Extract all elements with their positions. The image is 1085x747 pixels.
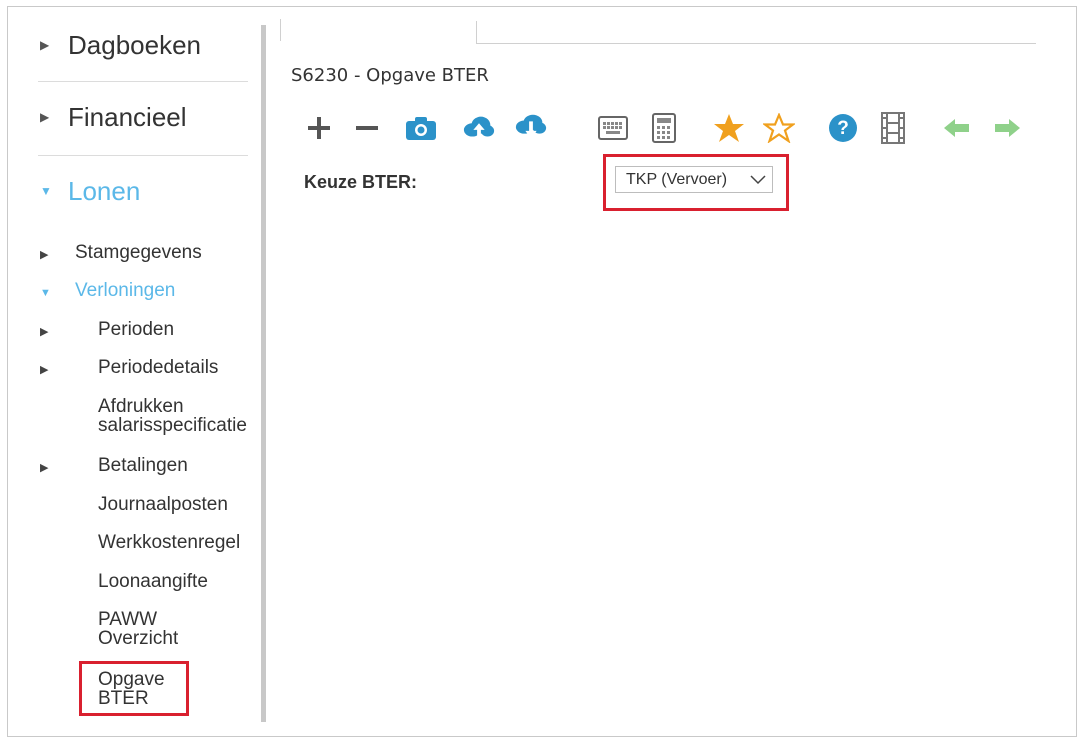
caret-right-icon: ▶ xyxy=(40,249,49,261)
sidebar-splitter[interactable] xyxy=(261,25,266,722)
sidebar-subitem-verloningen[interactable]: ▼ Verloningen xyxy=(38,281,260,303)
star-outline-icon[interactable] xyxy=(762,109,796,147)
caret-right-icon: ▶ xyxy=(40,364,49,376)
sidebar-subitem-periodedetails[interactable]: ▶ Periodedetails xyxy=(38,358,260,380)
sidebar-item-label: Loonaangifte xyxy=(98,572,208,592)
sidebar-subitem-loonaangifte[interactable]: Loonaangifte xyxy=(38,572,260,594)
caret-right-icon: ▶ xyxy=(40,110,50,124)
svg-text:?: ? xyxy=(837,118,849,139)
sidebar-item-label: Perioden xyxy=(98,320,175,340)
caret-down-icon: ▼ xyxy=(40,184,52,198)
sidebar-subitem-perioden[interactable]: ▶ Perioden xyxy=(38,320,260,342)
sidebar-item-label: Betalingen xyxy=(98,456,188,476)
cloud-upload-icon[interactable] xyxy=(462,109,496,147)
sidebar-subitem-stamgegevens[interactable]: ▶ Stamgegevens xyxy=(38,243,260,265)
page-title: S6230 - Opgave BTER xyxy=(291,65,489,86)
select-value: TKP (Vervoer) xyxy=(626,170,728,188)
sidebar-subitem-betalingen[interactable]: ▶ Betalingen xyxy=(38,456,260,478)
sidebar-item-financieel[interactable]: ▶ Financieel xyxy=(38,91,248,143)
star-filled-icon[interactable] xyxy=(712,109,746,147)
divider xyxy=(38,155,248,156)
sidebar-item-label: Periodedetails xyxy=(98,358,219,378)
sidebar-item-label: PAWW Overzicht xyxy=(98,610,179,648)
film-icon[interactable] xyxy=(876,109,910,147)
sidebar-item-label: Lonen xyxy=(68,175,141,206)
sidebar-item-label: Financieel xyxy=(68,101,187,132)
sidebar-item-dagboeken[interactable]: ▶ Dagboeken xyxy=(38,19,248,71)
arrow-right-icon[interactable] xyxy=(990,109,1024,147)
arrow-left-icon[interactable] xyxy=(940,109,974,147)
caret-right-icon: ▶ xyxy=(40,38,50,52)
sidebar-subitem-werkkostenregel[interactable]: Werkkostenregel xyxy=(38,533,260,555)
plus-icon[interactable] xyxy=(302,109,336,147)
tab-divider xyxy=(280,19,281,41)
divider xyxy=(38,81,248,82)
sidebar-subitem-paww-overzicht[interactable]: PAWW Overzicht xyxy=(38,610,260,652)
highlight-box: TKP (Vervoer) xyxy=(603,154,789,211)
sidebar-subitem-journaalposten[interactable]: Journaalposten xyxy=(38,495,260,517)
keuze-bter-label: Keuze BTER: xyxy=(304,172,418,192)
caret-down-icon: ▼ xyxy=(40,287,51,299)
sidebar-item-label: Stamgegevens xyxy=(75,243,202,263)
minus-icon[interactable] xyxy=(350,109,384,147)
sidebar-item-label: Verloningen xyxy=(75,281,176,301)
tab-baseline xyxy=(476,43,1036,44)
camera-icon[interactable] xyxy=(404,109,438,147)
sidebar-item-label: Werkkostenregel xyxy=(98,533,241,553)
highlight-box xyxy=(79,661,189,716)
app-window: ▶ Dagboeken ▶ Financieel ▼ Lonen ▶ Stamg… xyxy=(7,6,1077,737)
help-icon[interactable]: ? xyxy=(826,109,860,147)
keyboard-icon[interactable] xyxy=(596,109,630,147)
chevron-down-icon xyxy=(750,172,766,191)
cloud-download-icon[interactable] xyxy=(514,109,548,147)
sidebar: ▶ Dagboeken ▶ Financieel ▼ Lonen ▶ Stamg… xyxy=(8,7,270,736)
sidebar-item-lonen[interactable]: ▼ Lonen xyxy=(38,165,248,217)
tab-divider xyxy=(476,21,477,43)
caret-right-icon: ▶ xyxy=(40,326,49,338)
sidebar-item-label: Afdrukken salarisspecificatie xyxy=(98,397,247,436)
caret-right-icon: ▶ xyxy=(40,462,49,474)
calculator-icon[interactable] xyxy=(647,109,681,147)
sidebar-subitem-afdrukken-salarisspecificatie[interactable]: Afdrukken salarisspecificatie xyxy=(38,397,260,439)
sidebar-item-label: Journaalposten xyxy=(98,495,228,515)
sidebar-item-label: Dagboeken xyxy=(68,29,201,60)
keuze-bter-select[interactable]: TKP (Vervoer) xyxy=(615,166,773,193)
